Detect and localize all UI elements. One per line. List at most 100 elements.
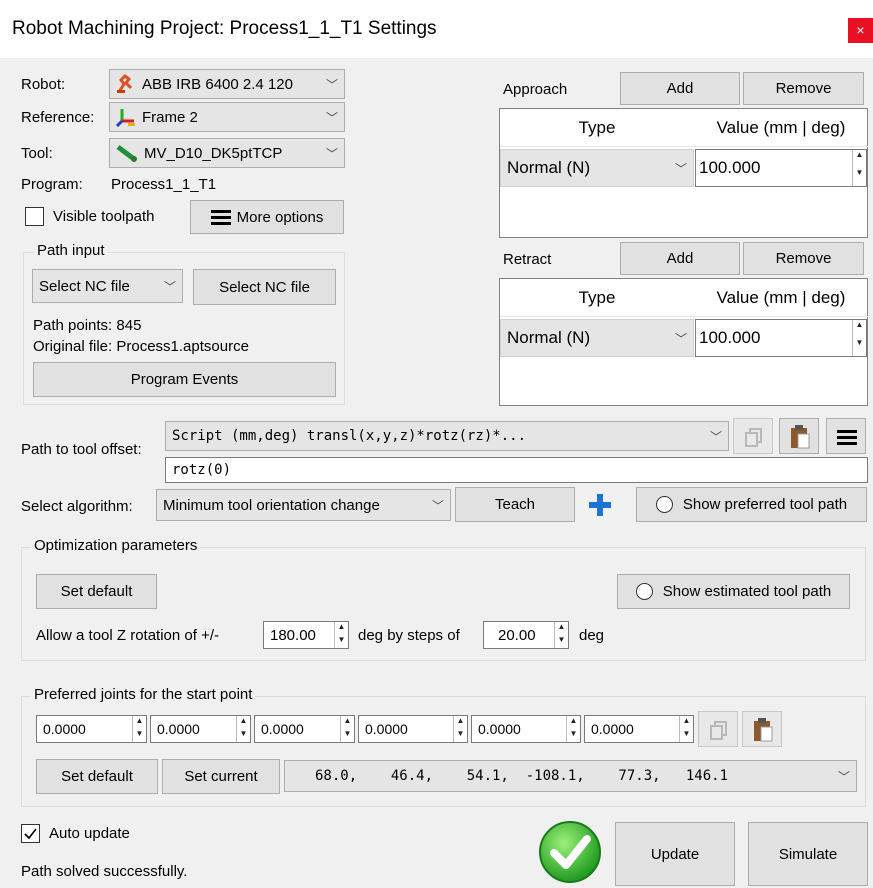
spin-up-icon: ▲ xyxy=(343,716,352,725)
chevron-down-icon: ﹀ xyxy=(431,498,444,513)
auto-update-checkbox[interactable] xyxy=(21,824,40,843)
auto-update-label: Auto update xyxy=(49,825,130,842)
approach-remove-button[interactable]: Remove xyxy=(743,72,864,105)
spin-up-icon: ▲ xyxy=(456,716,465,725)
copy-joints-button[interactable] xyxy=(698,711,738,747)
chevron-down-icon: ﹀ xyxy=(163,279,176,294)
optimization-set-default-button[interactable]: Set default xyxy=(36,574,157,609)
menu-icon xyxy=(210,209,231,225)
reference-select[interactable]: Frame 2 ﹀ xyxy=(109,102,345,132)
joint-1-input[interactable]: 0.0000 ▲ ▼ xyxy=(36,715,147,743)
chevron-down-icon: ﹀ xyxy=(674,331,687,346)
approach-type-select[interactable]: Normal (N) ﹀ xyxy=(500,149,694,187)
tool-offset-script-select[interactable]: Script (mm,deg) transl(x,y,z)*rotz(rz)*.… xyxy=(165,421,729,451)
path-points-text: Path points: 845 xyxy=(33,317,142,334)
reference-label: Reference: xyxy=(21,109,95,126)
steps-spinner[interactable]: ▲ ▼ xyxy=(554,622,568,648)
tool-offset-label: Path to tool offset: xyxy=(21,441,142,458)
nc-file-select-value: Select NC file xyxy=(39,277,130,295)
simulate-button[interactable]: Simulate xyxy=(748,822,868,886)
algorithm-label: Select algorithm: xyxy=(21,498,133,515)
paste-joints-button[interactable] xyxy=(742,711,782,747)
more-options-button[interactable]: More options xyxy=(190,200,344,234)
window-title: Robot Machining Project: Process1_1_T1 S… xyxy=(12,18,437,39)
joint-5-spinner[interactable]: ▲ ▼ xyxy=(566,716,580,742)
approach-col-type: Type xyxy=(500,109,694,147)
chevron-down-icon: ﹀ xyxy=(325,146,338,161)
retract-table: Type Value (mm | deg) Normal (N) ﹀ 100.0… xyxy=(499,278,868,406)
joint-5-input[interactable]: 0.0000 ▲ ▼ xyxy=(471,715,581,743)
show-estimated-label: Show estimated tool path xyxy=(662,583,832,600)
tool-offset-expression-input[interactable]: rotz(0) xyxy=(165,457,868,483)
copy-icon xyxy=(709,720,729,744)
spin-up-icon: ▲ xyxy=(239,716,248,725)
program-label: Program: xyxy=(21,176,83,193)
paste-icon xyxy=(789,424,811,454)
joint-3-spinner[interactable]: ▲ ▼ xyxy=(340,716,354,742)
approach-value-input[interactable]: 100.000 ▲ ▼ xyxy=(695,149,867,187)
steps-value-input[interactable]: 20.00 ▲ ▼ xyxy=(483,621,569,649)
joint-2-spinner[interactable]: ▲ ▼ xyxy=(236,716,250,742)
approach-label: Approach xyxy=(503,81,568,98)
teach-button[interactable]: Teach xyxy=(455,487,575,522)
add-plus-icon[interactable] xyxy=(588,493,612,517)
rotation-value-input[interactable]: 180.00 ▲ ▼ xyxy=(263,621,349,649)
tool-icon xyxy=(116,143,138,163)
chevron-down-icon: ﹀ xyxy=(674,161,687,176)
approach-value-spinner[interactable]: ▲ ▼ xyxy=(852,150,866,186)
spin-down-icon: ▼ xyxy=(456,729,465,738)
spin-down-icon: ▼ xyxy=(569,729,578,738)
retract-value-input[interactable]: 100.000 ▲ ▼ xyxy=(695,319,867,357)
current-joints-select[interactable]: 68.0, 46.4, 54.1, -108.1, 77.3, 146.1 ﹀ xyxy=(284,760,857,792)
copy-offset-button[interactable] xyxy=(733,418,773,454)
rotation-spinner[interactable]: ▲ ▼ xyxy=(334,622,348,648)
retract-value-spinner[interactable]: ▲ ▼ xyxy=(852,320,866,356)
path-input-label: Path input xyxy=(34,242,108,259)
spin-up-icon: ▲ xyxy=(337,622,346,631)
retract-type-select[interactable]: Normal (N) ﹀ xyxy=(500,319,694,357)
check-icon xyxy=(24,828,37,840)
tool-select[interactable]: MV_D10_DK5ptTCP ﹀ xyxy=(109,138,345,168)
joint-6-spinner[interactable]: ▲ ▼ xyxy=(679,716,693,742)
show-preferred-toolpath-button[interactable]: Show preferred tool path xyxy=(636,487,867,522)
update-button[interactable]: Update xyxy=(615,822,735,886)
program-events-button[interactable]: Program Events xyxy=(33,362,336,397)
joint-3-input[interactable]: 0.0000 ▲ ▼ xyxy=(254,715,355,743)
offset-menu-button[interactable] xyxy=(826,418,866,454)
joint-4-input[interactable]: 0.0000 ▲ ▼ xyxy=(358,715,468,743)
approach-col-value: Value (mm | deg) xyxy=(694,109,868,147)
retract-add-button[interactable]: Add xyxy=(620,242,740,275)
spin-up-icon: ▲ xyxy=(855,320,864,329)
robot-value: ABB IRB 6400 2.4 120 xyxy=(142,75,293,93)
spin-down-icon: ▼ xyxy=(682,729,691,738)
nc-file-select[interactable]: Select NC file ﹀ xyxy=(32,269,183,303)
select-nc-file-button[interactable]: Select NC file xyxy=(193,269,336,305)
paste-offset-button[interactable] xyxy=(779,418,819,454)
spin-up-icon: ▲ xyxy=(855,150,864,159)
robot-select[interactable]: ABB IRB 6400 2.4 120 ﹀ xyxy=(109,69,345,99)
retract-remove-button[interactable]: Remove xyxy=(743,242,864,275)
algorithm-select[interactable]: Minimum tool orientation change ﹀ xyxy=(156,489,451,521)
approach-add-button[interactable]: Add xyxy=(620,72,740,105)
joints-set-current-button[interactable]: Set current xyxy=(162,759,280,794)
frame-icon xyxy=(115,107,136,128)
show-estimated-toolpath-button[interactable]: Show estimated tool path xyxy=(617,574,850,609)
joint-2-value: 0.0000 xyxy=(157,721,200,737)
joint-2-input[interactable]: 0.0000 ▲ ▼ xyxy=(150,715,251,743)
visible-toolpath-label: Visible toolpath xyxy=(53,208,155,225)
status-text: Path solved successfully. xyxy=(21,863,188,880)
joint-1-spinner[interactable]: ▲ ▼ xyxy=(132,716,146,742)
joint-4-spinner[interactable]: ▲ ▼ xyxy=(453,716,467,742)
rotation-label: Allow a tool Z rotation of +/- xyxy=(36,627,220,644)
visible-toolpath-checkbox[interactable] xyxy=(25,207,44,226)
joint-1-value: 0.0000 xyxy=(43,721,86,737)
joints-set-default-button[interactable]: Set default xyxy=(36,759,158,794)
retract-type-value: Normal (N) xyxy=(507,328,591,347)
joint-6-input[interactable]: 0.0000 ▲ ▼ xyxy=(584,715,694,743)
close-button[interactable]: × xyxy=(848,18,873,43)
retract-value-text: 100.000 xyxy=(699,328,761,347)
tool-offset-expression-value: rotz(0) xyxy=(172,462,232,478)
spin-down-icon: ▼ xyxy=(557,635,566,644)
steps-value-text: 20.00 xyxy=(498,626,536,644)
preferred-joints-label: Preferred joints for the start point xyxy=(31,686,256,703)
